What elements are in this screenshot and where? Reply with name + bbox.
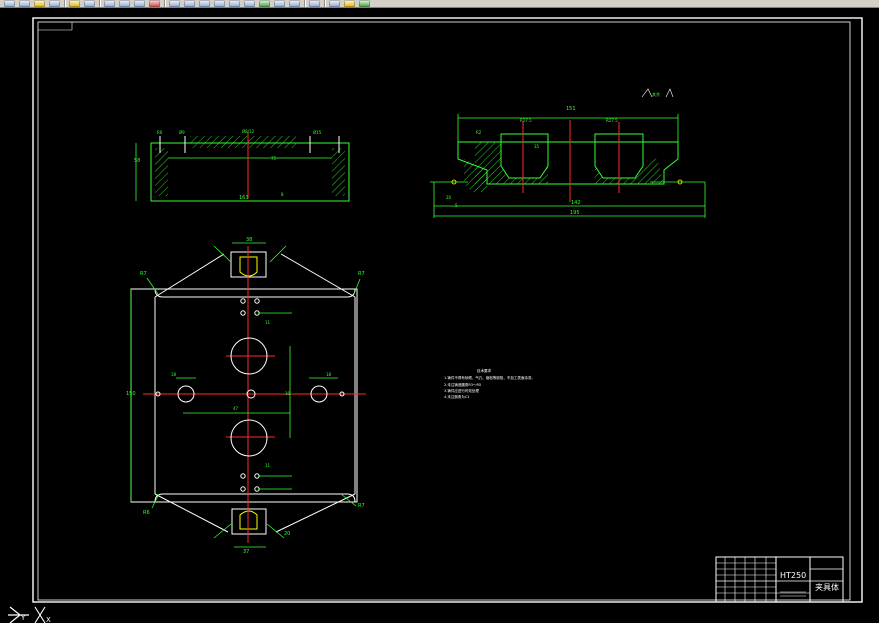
zoom-window-icon[interactable]	[199, 0, 210, 7]
toolbar-divider	[99, 0, 100, 7]
dim-plan-top-11: 11	[265, 320, 271, 325]
color-icon[interactable]	[344, 0, 355, 7]
match-properties-icon[interactable]	[149, 0, 160, 7]
copy-icon[interactable]	[119, 0, 130, 7]
dim-plan-r7-bottom: R7	[358, 503, 365, 509]
markup-icon[interactable]	[274, 0, 285, 7]
tool-palette-icon[interactable]	[244, 0, 255, 7]
cut-icon[interactable]	[104, 0, 115, 7]
zoom-icon[interactable]	[184, 0, 195, 7]
print-icon[interactable]	[49, 0, 60, 7]
dim-plan-top-width: 38	[246, 237, 252, 243]
dim-side-142: 142	[571, 200, 581, 206]
paste-icon[interactable]	[134, 0, 145, 7]
dim-side-right-bore: R27.5	[606, 118, 618, 123]
design-center-icon[interactable]	[229, 0, 240, 7]
undo-icon[interactable]	[69, 0, 80, 7]
notes-line3: 3.铸件应进行时效处理	[444, 388, 479, 393]
open-icon[interactable]	[19, 0, 30, 7]
redo-icon[interactable]	[84, 0, 95, 7]
dim-plan-height: 150	[126, 391, 136, 397]
layer-icon[interactable]	[329, 0, 340, 7]
notes-line1: 1.铸件不得有砂眼、气孔、缩松等缺陷，不加工表面涂漆。	[444, 375, 535, 380]
notes-line4: 4.未注倒角为C1	[444, 394, 470, 399]
dim-front-mid: Ø8/12	[242, 129, 255, 134]
ucs-x-label: X	[46, 616, 51, 623]
front-right-hatch	[332, 148, 345, 196]
dim-plan-bottom-11: 11	[265, 463, 271, 468]
dim-plan-r7-left: R7	[140, 271, 147, 277]
dim-front-15: Ø15	[313, 130, 322, 135]
dim-side-left-bore: R27.5	[520, 118, 532, 123]
linetype-icon[interactable]	[359, 0, 370, 7]
autocad-window: 163 58 R6 Ø9 Ø8/12 Ø15 75 8 151 R27.5 R2…	[0, 0, 879, 623]
dim-side-35: 35	[534, 144, 540, 149]
surface-finish-symbol: 其余	[652, 91, 660, 97]
dim-plan-bottom-mark: 20	[284, 531, 290, 537]
cad-drawing: 163 58 R6 Ø9 Ø8/12 Ø15 75 8 151 R27.5 R2…	[0, 8, 879, 623]
notes-heading: 技术要求	[477, 368, 491, 373]
dim-front-r6: R6	[157, 130, 163, 135]
dim-plan-hole-left: 18	[171, 372, 177, 377]
front-left-hatch	[155, 148, 168, 196]
title-block-material: HT250	[780, 571, 806, 580]
dim-plan-hole-right: 18	[326, 372, 332, 377]
quick-calc-icon[interactable]	[289, 0, 300, 7]
dim-side-top: 151	[566, 106, 576, 112]
title-block-name: 夹具体	[815, 582, 839, 592]
standard-toolbar	[0, 0, 879, 8]
dim-plan-10: 10	[285, 391, 291, 396]
drawing-canvas[interactable]: 163 58 R6 Ø9 Ø8/12 Ø15 75 8 151 R27.5 R2…	[0, 8, 879, 623]
model-space-background	[0, 8, 879, 623]
dim-front-height: 58	[134, 158, 140, 164]
help-icon[interactable]	[309, 0, 320, 7]
dim-front-9: Ø9	[179, 130, 185, 135]
dim-plan-center-offset: 47	[233, 406, 239, 411]
dim-front-75: 75	[271, 156, 277, 161]
notes-line2: 2.未注铸造圆角R3～R5	[444, 382, 481, 387]
dim-side-r2: R2	[476, 130, 482, 135]
toolbar-divider	[304, 0, 305, 7]
dim-side-195: 195	[570, 210, 580, 216]
front-top-hatch	[190, 136, 296, 148]
properties-icon[interactable]	[214, 0, 225, 7]
dim-side-20: 20	[446, 195, 452, 200]
ucs-y-label: Y	[20, 614, 26, 622]
pan-icon[interactable]	[169, 0, 180, 7]
toolbar-divider	[164, 0, 165, 7]
save-icon[interactable]	[34, 0, 45, 7]
dim-front-width: 163	[239, 195, 249, 201]
new-icon[interactable]	[4, 0, 15, 7]
dim-plan-r6-bottom: R6	[143, 510, 150, 516]
dim-plan-r7-right: R7	[358, 271, 365, 277]
dim-plan-bottom-width: 37	[243, 549, 249, 555]
toolbar-divider	[64, 0, 65, 7]
sheet-set-icon[interactable]	[259, 0, 270, 7]
toolbar-divider	[324, 0, 325, 7]
